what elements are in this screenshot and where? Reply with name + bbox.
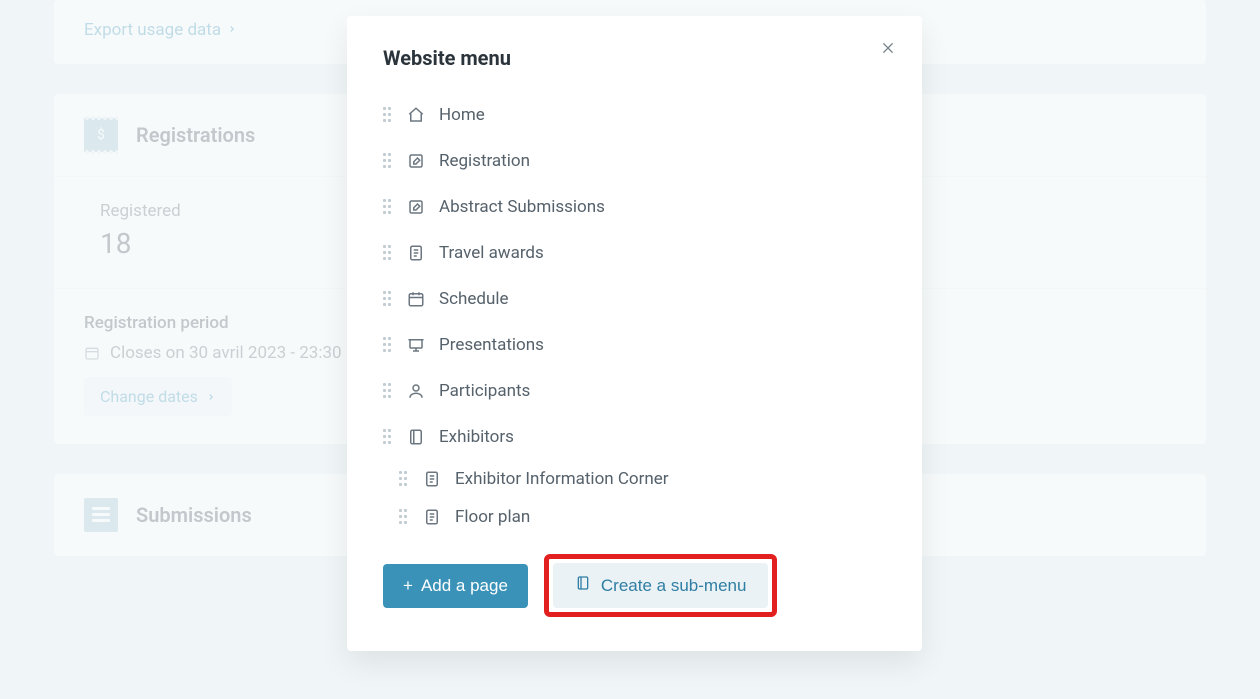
- book-icon: [575, 575, 591, 596]
- menu-item-label: Home: [439, 105, 485, 125]
- menu-item[interactable]: Home: [383, 92, 886, 138]
- drag-handle-icon[interactable]: [383, 429, 393, 445]
- menu-item-label: Participants: [439, 381, 530, 401]
- drag-handle-icon[interactable]: [399, 509, 409, 525]
- menu-item[interactable]: Schedule: [383, 276, 886, 322]
- menu-item-label: Presentations: [439, 335, 544, 355]
- add-page-label: Add a page: [421, 576, 508, 596]
- drag-handle-icon[interactable]: [383, 337, 393, 353]
- menu-item-label: Exhibitors: [439, 427, 514, 447]
- menu-item-label: Exhibitor Information Corner: [455, 469, 669, 489]
- menu-item-label: Floor plan: [455, 507, 530, 527]
- page-icon: [423, 470, 441, 488]
- home-icon: [407, 106, 425, 124]
- drag-handle-icon[interactable]: [383, 245, 393, 261]
- drag-handle-icon[interactable]: [383, 291, 393, 307]
- create-submenu-button[interactable]: Create a sub-menu: [553, 563, 769, 608]
- website-menu-modal: Website menu Home Registration Abstract Su…: [347, 16, 922, 651]
- menu-list: Home Registration Abstract Submissions Trav…: [383, 92, 886, 536]
- plus-icon: +: [403, 576, 413, 596]
- page-icon: [407, 244, 425, 262]
- page-icon: [423, 508, 441, 526]
- drag-handle-icon[interactable]: [383, 383, 393, 399]
- highlight-annotation: Create a sub-menu: [544, 554, 778, 617]
- menu-item-label: Travel awards: [439, 243, 544, 263]
- menu-item-label: Abstract Submissions: [439, 197, 605, 217]
- edit-icon: [407, 198, 425, 216]
- create-submenu-label: Create a sub-menu: [601, 576, 747, 596]
- close-icon[interactable]: [874, 34, 902, 62]
- edit-icon: [407, 152, 425, 170]
- menu-item[interactable]: Participants: [383, 368, 886, 414]
- person-icon: [407, 382, 425, 400]
- menu-item-label: Registration: [439, 151, 530, 171]
- menu-item[interactable]: Presentations: [383, 322, 886, 368]
- modal-title: Website menu: [383, 46, 886, 70]
- menu-item[interactable]: Registration: [383, 138, 886, 184]
- menu-item-label: Schedule: [439, 289, 508, 309]
- book-icon: [407, 428, 425, 446]
- drag-handle-icon[interactable]: [383, 107, 393, 123]
- menu-item[interactable]: Travel awards: [383, 230, 886, 276]
- drag-handle-icon[interactable]: [383, 199, 393, 215]
- drag-handle-icon[interactable]: [383, 153, 393, 169]
- add-page-button[interactable]: + Add a page: [383, 564, 528, 608]
- menu-item[interactable]: Abstract Submissions: [383, 184, 886, 230]
- menu-subitem[interactable]: Floor plan: [383, 498, 886, 536]
- calendar-icon: [407, 290, 425, 308]
- menu-subitem[interactable]: Exhibitor Information Corner: [383, 460, 886, 498]
- drag-handle-icon[interactable]: [399, 471, 409, 487]
- presentation-icon: [407, 336, 425, 354]
- menu-item[interactable]: Exhibitors: [383, 414, 886, 460]
- modal-actions: + Add a page Create a sub-menu: [383, 554, 886, 617]
